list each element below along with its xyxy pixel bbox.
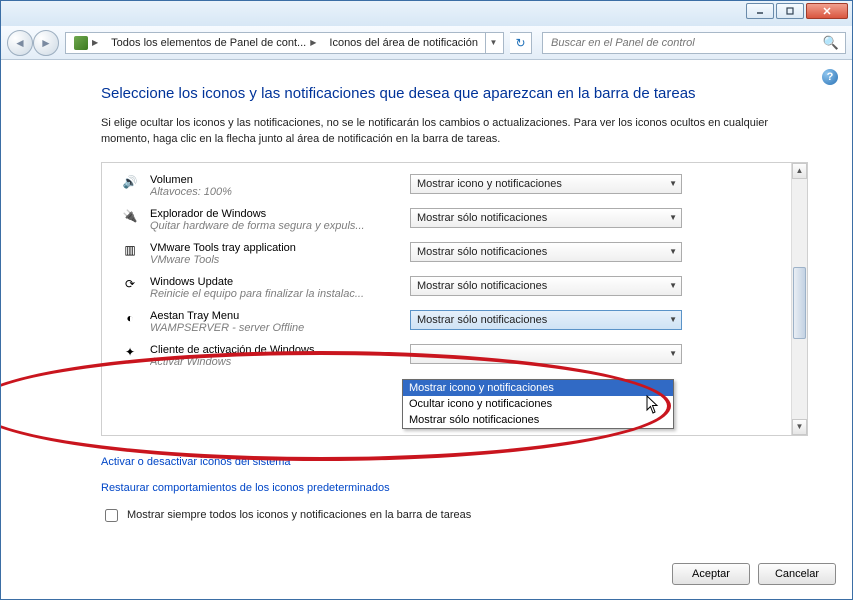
forward-button[interactable]: ► <box>33 30 59 56</box>
behavior-dropdown[interactable]: Mostrar icono y notificacionesOcultar ic… <box>402 379 674 429</box>
icon-row: 🔊 VolumenAltavoces: 100% Mostrar icono y n… <box>102 169 791 203</box>
vmware-icon: ▥ <box>122 242 138 258</box>
behavior-combo[interactable]: ▼ <box>410 344 682 364</box>
chevron-right-icon: ▶ <box>310 38 316 47</box>
breadcrumb-seg-all[interactable]: Todos los elementos de Panel de cont... … <box>105 33 323 53</box>
close-button[interactable] <box>806 3 848 19</box>
links-section: Activar o desactivar iconos del sistema … <box>101 436 818 525</box>
always-show-checkbox-row: Mostrar siempre todos los iconos y notif… <box>101 506 818 525</box>
chevron-down-icon: ▼ <box>669 179 677 188</box>
row-title: Cliente de activación de Windows <box>150 344 398 356</box>
combo-value: Mostrar sólo notificaciones <box>417 280 547 292</box>
search-icon[interactable]: 🔍 <box>823 35 839 51</box>
ok-button[interactable]: Aceptar <box>672 563 750 585</box>
row-subtitle: Activar Windows <box>150 356 398 368</box>
behavior-combo[interactable]: Mostrar sólo notificaciones ▼ <box>410 276 682 296</box>
behavior-combo[interactable]: Mostrar sólo notificaciones ▼ <box>410 310 682 330</box>
combo-value: Mostrar icono y notificaciones <box>417 178 562 190</box>
scroll-down-button[interactable]: ▼ <box>792 419 807 435</box>
icon-row: ⟳ Windows UpdateReinicie el equipo para f… <box>102 271 791 305</box>
icon-row: ✦ Cliente de activación de WindowsActivar… <box>102 339 791 373</box>
page-body: ? Seleccione los iconos y las notificaci… <box>1 61 852 599</box>
scroll-thumb[interactable] <box>793 267 806 339</box>
icon-row: ◐ Aestan Tray MenuWAMPSERVER - server Off… <box>102 305 791 339</box>
search-box[interactable]: 🔍 <box>542 32 846 54</box>
cancel-button[interactable]: Cancelar <box>758 563 836 585</box>
icon-row: ▥ VMware Tools tray applicationVMware Too… <box>102 237 791 271</box>
row-title: Windows Update <box>150 276 398 288</box>
link-system-icons[interactable]: Activar o desactivar iconos del sistema <box>101 456 291 468</box>
update-icon: ⟳ <box>122 276 138 292</box>
behavior-combo[interactable]: Mostrar sólo notificaciones ▼ <box>410 242 682 262</box>
maximize-button[interactable] <box>776 3 804 19</box>
row-subtitle: VMware Tools <box>150 254 398 266</box>
row-title: VMware Tools tray application <box>150 242 398 254</box>
row-text: Cliente de activación de WindowsActivar … <box>150 344 398 368</box>
breadcrumb-label: Iconos del área de notificación <box>329 37 478 49</box>
volume-icon: 🔊 <box>122 174 138 190</box>
chevron-right-icon: ▶ <box>92 38 98 47</box>
link-restore-defaults[interactable]: Restaurar comportamientos de los iconos … <box>101 482 390 494</box>
row-title: Explorador de Windows <box>150 208 398 220</box>
breadcrumb-seg-current[interactable]: Iconos del área de notificación <box>323 33 485 53</box>
breadcrumb-label: Todos los elementos de Panel de cont... <box>111 37 306 49</box>
row-subtitle: Reinicie el equipo para finalizar la ins… <box>150 288 398 300</box>
usb-icon: 🔌 <box>122 208 138 224</box>
icon-row: 🔌 Explorador de WindowsQuitar hardware de… <box>102 203 791 237</box>
minimize-button[interactable] <box>746 3 774 19</box>
icon-list-panel: 🔊 VolumenAltavoces: 100% Mostrar icono y n… <box>101 162 808 436</box>
combo-value: Mostrar sólo notificaciones <box>417 314 547 326</box>
page-title: Seleccione los iconos y las notificacion… <box>101 85 818 102</box>
behavior-combo[interactable]: Mostrar icono y notificaciones ▼ <box>410 174 682 194</box>
help-icon[interactable]: ? <box>822 69 838 85</box>
row-subtitle: Altavoces: 100% <box>150 186 398 198</box>
activation-icon: ✦ <box>122 344 138 360</box>
row-text: VolumenAltavoces: 100% <box>150 174 398 198</box>
search-input[interactable] <box>549 36 823 50</box>
row-subtitle: WAMPSERVER - server Offline <box>150 322 398 334</box>
dialog-footer: Aceptar Cancelar <box>672 563 836 585</box>
breadcrumb-dropdown[interactable]: ▼ <box>485 33 501 53</box>
checkbox-label: Mostrar siempre todos los iconos y notif… <box>127 509 471 521</box>
back-button[interactable]: ◄ <box>7 30 33 56</box>
always-show-checkbox[interactable] <box>105 509 118 522</box>
behavior-combo[interactable]: Mostrar sólo notificaciones ▼ <box>410 208 682 228</box>
control-panel-window: ◄ ► ▶ Todos los elementos de Panel de co… <box>0 0 853 600</box>
navigation-bar: ◄ ► ▶ Todos los elementos de Panel de co… <box>1 26 852 60</box>
breadcrumb[interactable]: ▶ Todos los elementos de Panel de cont..… <box>65 32 504 54</box>
breadcrumb-root[interactable]: ▶ <box>68 33 105 53</box>
row-text: VMware Tools tray applicationVMware Tool… <box>150 242 398 266</box>
chevron-down-icon: ▼ <box>669 349 677 358</box>
page-intro: Si elige ocultar los iconos y las notifi… <box>101 116 818 148</box>
chevron-down-icon: ▼ <box>669 247 677 256</box>
dropdown-option[interactable]: Mostrar sólo notificaciones <box>403 412 673 428</box>
wamp-icon: ◐ <box>122 310 138 326</box>
window-titlebar <box>1 1 852 26</box>
scroll-up-button[interactable]: ▲ <box>792 163 807 179</box>
row-subtitle: Quitar hardware de forma segura y expuls… <box>150 220 398 232</box>
row-text: Windows UpdateReinicie el equipo para fi… <box>150 276 398 300</box>
row-title: Volumen <box>150 174 398 186</box>
row-text: Aestan Tray MenuWAMPSERVER - server Offl… <box>150 310 398 334</box>
combo-value: Mostrar sólo notificaciones <box>417 212 547 224</box>
row-text: Explorador de WindowsQuitar hardware de … <box>150 208 398 232</box>
scrollbar[interactable]: ▲ ▼ <box>791 163 807 435</box>
refresh-button[interactable]: ↻ <box>510 32 532 54</box>
control-panel-icon <box>74 36 88 50</box>
scroll-track[interactable] <box>792 179 807 419</box>
combo-value: Mostrar sólo notificaciones <box>417 246 547 258</box>
dropdown-option[interactable]: Ocultar icono y notificaciones <box>403 396 673 412</box>
chevron-down-icon: ▼ <box>669 281 677 290</box>
chevron-down-icon: ▼ <box>669 213 677 222</box>
chevron-down-icon: ▼ <box>669 315 677 324</box>
row-title: Aestan Tray Menu <box>150 310 398 322</box>
dropdown-option[interactable]: Mostrar icono y notificaciones <box>403 380 673 396</box>
